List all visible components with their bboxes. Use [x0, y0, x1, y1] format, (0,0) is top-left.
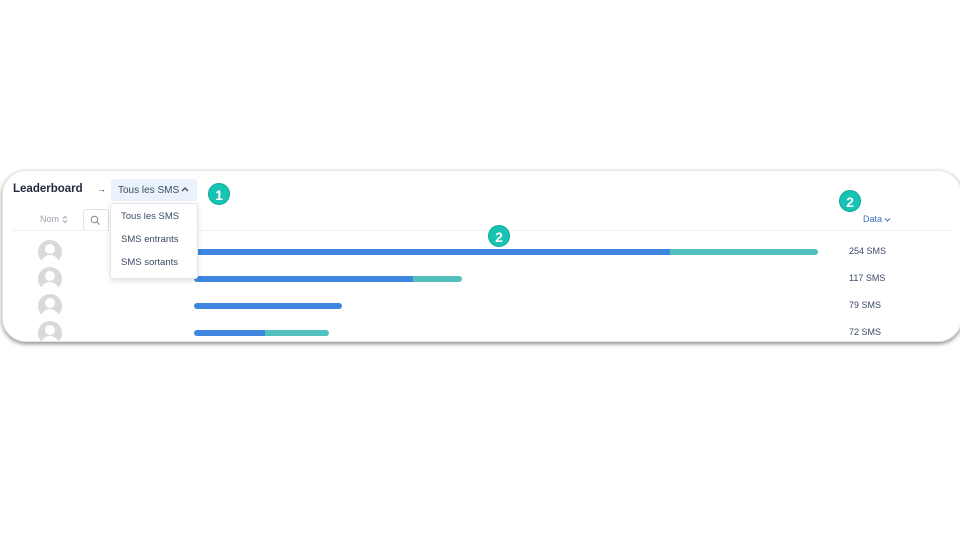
sms-bar-outgoing: [265, 330, 329, 336]
filter-option-all[interactable]: Tous les SMS: [111, 207, 197, 227]
column-name-label: Nom: [40, 214, 60, 224]
sms-bar-outgoing: [413, 276, 462, 282]
column-header-name[interactable]: Nom: [40, 214, 68, 224]
sms-filter-select[interactable]: Tous les SMS: [111, 179, 197, 201]
sms-bar-incoming: [194, 303, 343, 309]
sms-count: 79 SMS: [849, 300, 882, 310]
sms-count: 72 SMS: [849, 327, 882, 337]
annotation-badge-2-data: 2: [839, 190, 861, 212]
sort-icon: [62, 215, 68, 223]
sms-bar: [194, 276, 462, 282]
arrow-icon: →: [97, 184, 106, 194]
sms-bar-incoming: [194, 249, 670, 255]
avatar: [38, 267, 62, 291]
table-row[interactable]: 79 SMS: [3, 294, 960, 318]
table-row[interactable]: 72 SMS: [3, 321, 960, 341]
filter-option-incoming[interactable]: SMS entrants: [111, 230, 197, 250]
avatar: [38, 240, 62, 264]
avatar: [38, 321, 62, 341]
avatar: [38, 294, 62, 318]
chevron-up-icon: [181, 187, 189, 192]
annotation-badge-1: 1: [208, 183, 230, 205]
sms-filter-dropdown: Tous les SMS SMS entrants SMS sortants: [110, 203, 198, 279]
sms-bar-incoming: [194, 330, 266, 336]
sms-count: 254 SMS: [849, 246, 887, 256]
sms-bar: [194, 303, 343, 309]
annotation-badge-2-bar: 2: [488, 225, 510, 247]
sms-bar: [194, 249, 818, 255]
chevron-down-icon: [884, 217, 891, 222]
leaderboard-card: Leaderboard → Tous les SMS Tous les SMS …: [2, 170, 960, 342]
leaderboard-title: Leaderboard: [13, 183, 83, 195]
column-data-label: Data: [863, 214, 883, 224]
search-input[interactable]: [83, 209, 109, 231]
sms-bar-outgoing: [669, 249, 818, 255]
sms-bar-incoming: [194, 276, 414, 282]
sms-bar: [194, 330, 329, 336]
search-icon: [90, 215, 100, 225]
column-header-data[interactable]: Data: [863, 214, 891, 224]
filter-option-outgoing[interactable]: SMS sortants: [111, 253, 197, 273]
sms-count: 117 SMS: [849, 273, 886, 283]
sms-filter-selected-label: Tous les SMS: [118, 184, 180, 196]
